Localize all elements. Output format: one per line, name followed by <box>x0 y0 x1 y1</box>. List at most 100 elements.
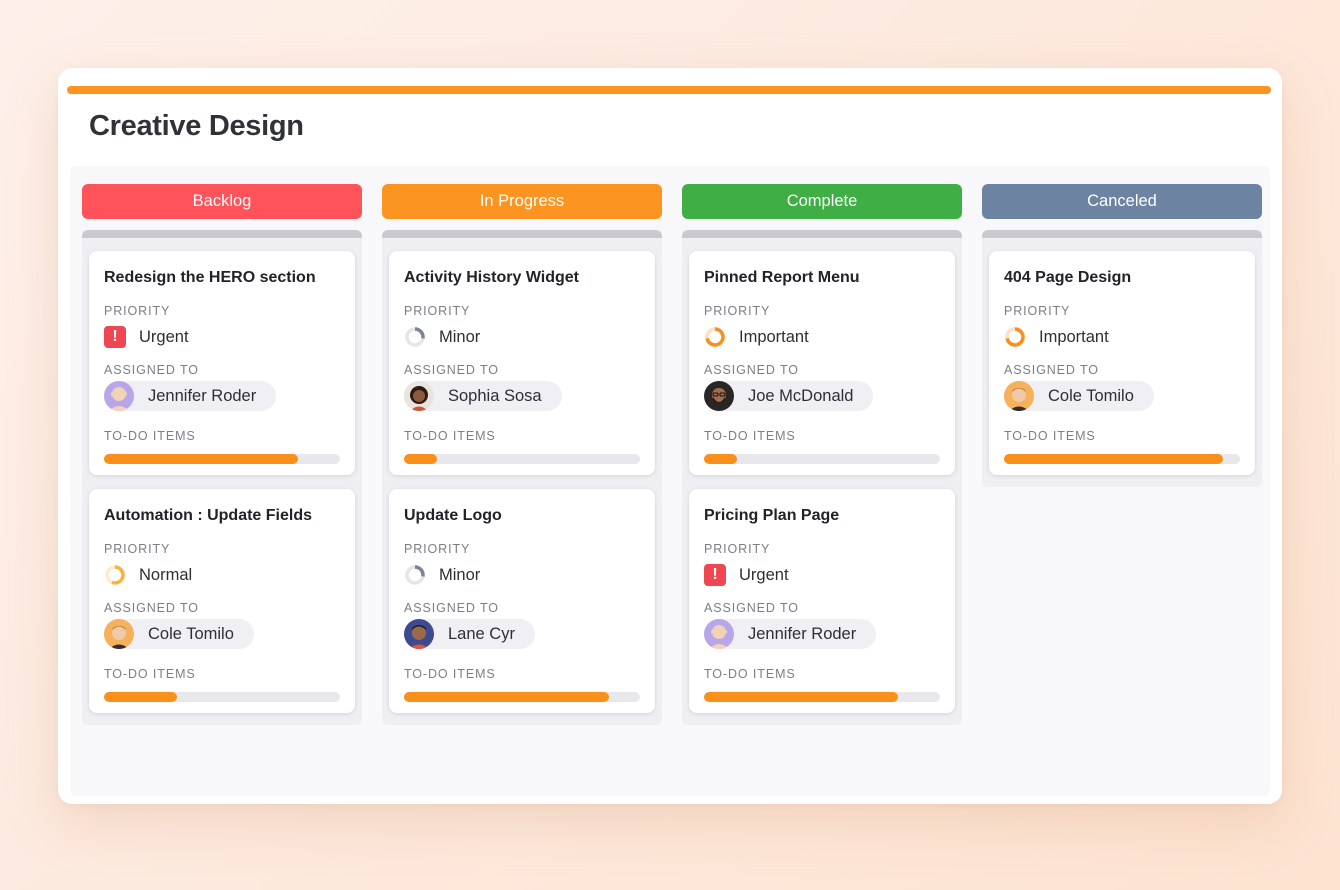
urgent-icon: ! <box>104 326 126 348</box>
assignee-chip[interactable]: Joe McDonald <box>704 381 874 411</box>
todo-progress-bar <box>704 692 940 702</box>
todo-progress-fill <box>404 454 438 464</box>
assignee-chip[interactable]: Jennifer Roder <box>704 619 877 649</box>
minor-priority-icon <box>404 564 426 586</box>
todo-label: TO-DO ITEMS <box>1004 429 1096 443</box>
card-title: Pinned Report Menu <box>704 269 860 286</box>
todo-progress-bar <box>104 454 340 464</box>
priority-value: Important <box>1039 327 1109 346</box>
column-complete: Complete Pinned Report Menu PRIORITY Import… <box>682 184 962 725</box>
priority-row[interactable]: Important <box>704 324 940 350</box>
assignee-chip[interactable]: Cole Tomilo <box>1004 381 1154 411</box>
avatar <box>404 381 434 411</box>
priority-label: PRIORITY <box>704 304 771 318</box>
column-in-progress: In Progress Activity History Widget PRIORI… <box>382 184 662 725</box>
column-body: 404 Page Design PRIORITY Important ASSIGNED… <box>982 230 1262 487</box>
assignee-chip[interactable]: Lane Cyr <box>404 619 535 649</box>
priority-value: Important <box>739 327 809 346</box>
important-priority-icon <box>704 326 726 348</box>
app-window: Creative Design Backlog Redesign the HERO… <box>58 68 1282 804</box>
priority-label: PRIORITY <box>404 542 471 556</box>
avatar <box>704 619 734 649</box>
priority-row[interactable]: ! Urgent <box>704 562 940 588</box>
todo-progress-fill <box>104 692 178 702</box>
task-card[interactable]: Activity History Widget PRIORITY Minor ASSI… <box>389 251 655 475</box>
todo-label: TO-DO ITEMS <box>104 429 196 443</box>
card-title: Pricing Plan Page <box>704 507 840 524</box>
task-card[interactable]: Automation : Update Fields PRIORITY Normal… <box>89 489 355 713</box>
page-title: Creative Design <box>89 110 304 142</box>
assigned-label: ASSIGNED TO <box>404 363 499 377</box>
column-backlog: Backlog Redesign the HERO section PRIORITY… <box>82 184 362 725</box>
assignee-name: Jennifer Roder <box>748 624 857 643</box>
todo-progress-bar <box>1004 454 1240 464</box>
column-body: Activity History Widget PRIORITY Minor ASSI… <box>382 230 662 725</box>
column-header[interactable]: Canceled <box>982 184 1262 219</box>
assignee-name: Joe McDonald <box>748 386 854 405</box>
priority-label: PRIORITY <box>1004 304 1071 318</box>
task-card[interactable]: 404 Page Design PRIORITY Important ASSIGNED… <box>989 251 1255 475</box>
todo-label: TO-DO ITEMS <box>404 429 496 443</box>
todo-progress-bar <box>404 692 640 702</box>
assigned-label: ASSIGNED TO <box>104 363 199 377</box>
todo-label: TO-DO ITEMS <box>404 667 496 681</box>
todo-label: TO-DO ITEMS <box>104 667 196 681</box>
task-card[interactable]: Update Logo PRIORITY Minor ASSIGNED TO Lane … <box>389 489 655 713</box>
assignee-name: Jennifer Roder <box>148 386 257 405</box>
task-card[interactable]: Redesign the HERO section PRIORITY! Urgent… <box>89 251 355 475</box>
priority-value: Urgent <box>139 327 189 346</box>
todo-label: TO-DO ITEMS <box>704 667 796 681</box>
todo-progress-fill <box>704 454 738 464</box>
column-header[interactable]: Complete <box>682 184 962 219</box>
priority-label: PRIORITY <box>704 542 771 556</box>
assignee-name: Lane Cyr <box>448 624 515 643</box>
accent-bar <box>67 86 1271 94</box>
priority-row[interactable]: Minor <box>404 562 640 588</box>
task-card[interactable]: Pricing Plan Page PRIORITY! Urgent ASSIGNED… <box>689 489 955 713</box>
avatar <box>1004 381 1034 411</box>
assignee-name: Cole Tomilo <box>1048 386 1134 405</box>
card-title: Automation : Update Fields <box>104 507 312 524</box>
column-header[interactable]: Backlog <box>82 184 362 219</box>
column-body: Redesign the HERO section PRIORITY! Urgent… <box>82 230 362 725</box>
task-card[interactable]: Pinned Report Menu PRIORITY Important ASSIG… <box>689 251 955 475</box>
card-title: Activity History Widget <box>404 269 579 286</box>
avatar <box>104 381 134 411</box>
priority-row[interactable]: Important <box>1004 324 1240 350</box>
todo-progress-bar <box>104 692 340 702</box>
todo-progress-fill <box>1004 454 1224 464</box>
avatar <box>704 381 734 411</box>
assignee-name: Cole Tomilo <box>148 624 234 643</box>
assigned-label: ASSIGNED TO <box>104 601 199 615</box>
todo-progress-bar <box>704 454 940 464</box>
priority-row[interactable]: Minor <box>404 324 640 350</box>
assigned-label: ASSIGNED TO <box>704 363 799 377</box>
normal-priority-icon <box>104 564 126 586</box>
assignee-name: Sophia Sosa <box>448 386 542 405</box>
kanban-board: Backlog Redesign the HERO section PRIORITY… <box>70 166 1270 796</box>
assignee-chip[interactable]: Cole Tomilo <box>104 619 254 649</box>
todo-progress-fill <box>104 454 298 464</box>
priority-value: Urgent <box>739 565 789 584</box>
column-canceled: Canceled 404 Page Design PRIORITY Important… <box>982 184 1262 487</box>
important-priority-icon <box>1004 326 1026 348</box>
priority-value: Minor <box>439 327 481 346</box>
assignee-chip[interactable]: Sophia Sosa <box>404 381 562 411</box>
priority-row[interactable]: Normal <box>104 562 340 588</box>
assigned-label: ASSIGNED TO <box>1004 363 1099 377</box>
priority-row[interactable]: ! Urgent <box>104 324 340 350</box>
priority-label: PRIORITY <box>104 304 171 318</box>
todo-progress-fill <box>704 692 898 702</box>
assignee-chip[interactable]: Jennifer Roder <box>104 381 277 411</box>
card-title: Redesign the HERO section <box>104 269 316 286</box>
todo-label: TO-DO ITEMS <box>704 429 796 443</box>
column-header[interactable]: In Progress <box>382 184 662 219</box>
todo-progress-bar <box>404 454 640 464</box>
column-body: Pinned Report Menu PRIORITY Important ASSIG… <box>682 230 962 725</box>
todo-progress-fill <box>404 692 610 702</box>
minor-priority-icon <box>404 326 426 348</box>
card-title: Update Logo <box>404 507 502 524</box>
priority-label: PRIORITY <box>104 542 171 556</box>
avatar <box>104 619 134 649</box>
priority-value: Normal <box>139 565 193 584</box>
